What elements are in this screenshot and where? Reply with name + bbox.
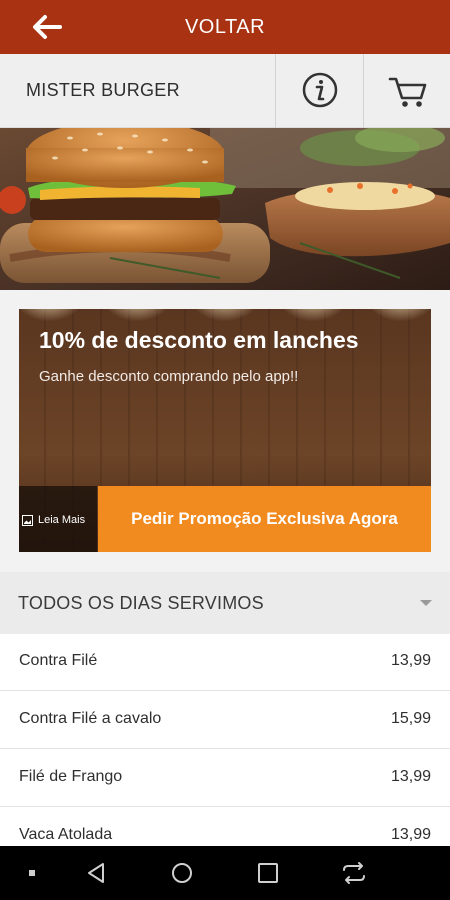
back-title[interactable]: VOLTAR bbox=[0, 16, 450, 39]
item-name: Vaca Atolada bbox=[19, 826, 113, 843]
info-icon bbox=[302, 72, 338, 108]
chevron-down-icon bbox=[420, 600, 432, 606]
read-more-button[interactable]: Leia Mais bbox=[19, 486, 97, 552]
section-title: TODOS OS DIAS SERVIMOS bbox=[18, 593, 264, 613]
top-bar: VOLTAR bbox=[0, 0, 450, 54]
item-price: 13,99 bbox=[390, 826, 431, 843]
nav-recents-button[interactable] bbox=[238, 846, 298, 900]
nav-switch-button[interactable] bbox=[324, 846, 384, 900]
dot-icon bbox=[29, 870, 35, 876]
cart-icon bbox=[388, 77, 427, 107]
back-triangle-icon bbox=[88, 863, 104, 883]
order-promo-button[interactable]: Pedir Promoção Exclusiva Agora bbox=[98, 486, 431, 552]
hero-burger-image bbox=[0, 128, 450, 290]
nav-home-button[interactable] bbox=[152, 846, 212, 900]
menu-section-header[interactable]: TODOS OS DIAS SERVIMOS bbox=[0, 572, 450, 634]
item-price: 13,99 bbox=[390, 652, 431, 669]
item-name: Contra Filé bbox=[19, 652, 98, 669]
item-price: 13,99 bbox=[390, 768, 431, 785]
promo-subtitle: Ganhe desconto comprando pelo app!! bbox=[39, 368, 299, 385]
image-icon bbox=[22, 515, 33, 526]
store-name: MISTER BURGER bbox=[26, 80, 180, 100]
item-name: Contra Filé a cavalo bbox=[19, 710, 162, 727]
switch-icon bbox=[343, 862, 365, 884]
read-more-label: Leia Mais bbox=[38, 514, 86, 526]
store-bar: MISTER BURGER bbox=[0, 54, 450, 128]
info-button[interactable] bbox=[276, 54, 363, 128]
list-item[interactable]: Contra Filé a cavalo 15,99 bbox=[0, 692, 450, 749]
nav-back-button[interactable] bbox=[66, 846, 126, 900]
cart-button[interactable] bbox=[364, 54, 450, 128]
home-circle-icon bbox=[172, 863, 192, 883]
promo-banner[interactable]: 10% de desconto em lanches Ganhe descont… bbox=[19, 309, 431, 552]
recents-square-icon bbox=[258, 863, 278, 883]
item-name: Filé de Frango bbox=[19, 768, 123, 785]
item-price: 15,99 bbox=[390, 710, 431, 727]
promo-title: 10% de desconto em lanches bbox=[39, 327, 359, 353]
system-nav-bar bbox=[0, 846, 450, 900]
list-item[interactable]: Filé de Frango 13,99 bbox=[0, 750, 450, 807]
nav-dot-button[interactable] bbox=[2, 846, 62, 900]
list-item[interactable]: Vaca Atolada 13,99 bbox=[0, 808, 450, 846]
menu-list: Contra Filé 13,99 Contra Filé a cavalo 1… bbox=[0, 634, 450, 846]
list-item[interactable]: Contra Filé 13,99 bbox=[0, 634, 450, 691]
